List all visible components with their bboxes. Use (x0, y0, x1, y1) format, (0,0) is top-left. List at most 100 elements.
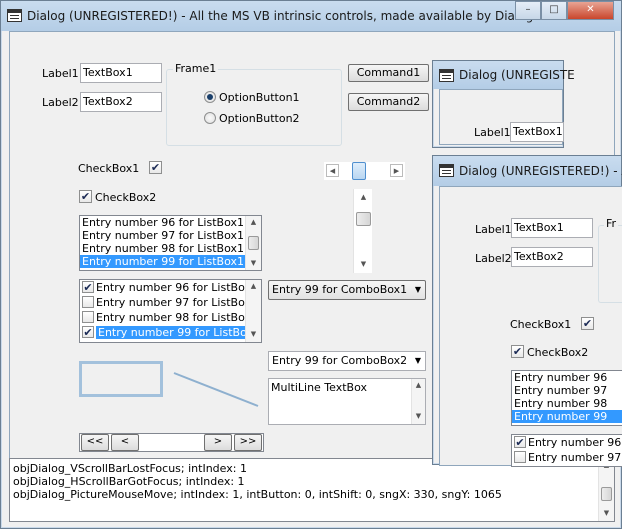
scroll-down-arrow-icon[interactable]: ▼ (600, 507, 613, 520)
list-item[interactable]: Entry number 98 (512, 397, 622, 410)
textbox1[interactable]: TextBox1 (80, 63, 162, 83)
list-item-check[interactable] (82, 296, 94, 308)
textbox1[interactable]: TextBox1 (511, 218, 593, 238)
dropdown-arrow-icon[interactable]: ▼ (415, 285, 421, 294)
title-bar[interactable]: Dialog (UNREGISTERED!) - All the MS VB i… (1, 1, 621, 31)
list-item[interactable]: Entry number 97 (512, 450, 622, 465)
listbox1[interactable]: Entry number 96 for ListBox1 Entry numbe… (79, 215, 262, 271)
list-item-check[interactable]: ✔ (82, 281, 94, 293)
option-button1-radio[interactable] (204, 91, 216, 103)
list-item-label: Entry number 96 for ListBox2 (96, 281, 258, 294)
scroll-right-arrow-icon[interactable]: ▶ (390, 164, 403, 177)
list-item-check[interactable]: ✔ (82, 326, 94, 338)
textbox2[interactable]: TextBox2 (80, 92, 162, 112)
listbox1-scrollbar[interactable]: ▲ ▼ (245, 216, 261, 270)
list-item-check[interactable] (514, 451, 526, 463)
list-item-check[interactable]: ✔ (514, 436, 526, 448)
last-button[interactable]: >> (234, 434, 262, 451)
list-item-selected[interactable]: ✔ Entry number 99 for ListBox2 (80, 325, 261, 340)
command1-button[interactable]: Command1 (348, 64, 429, 82)
horizontal-scrollbar-small[interactable]: ◀ ▶ (324, 162, 405, 180)
combobox2[interactable]: Entry 99 for ComboBox2 ▼ (268, 351, 426, 371)
app-icon[interactable] (439, 69, 454, 82)
list-item-label: Entry number 96 (528, 436, 622, 449)
log-scrollbar[interactable]: ▲ ▼ (598, 459, 614, 521)
command2-button[interactable]: Command2 (348, 93, 429, 111)
scroll-up-arrow-icon[interactable]: ▲ (412, 379, 425, 392)
label1: Label1 (475, 223, 512, 236)
textbox1[interactable]: TextBox1 (510, 122, 564, 142)
scroll-down-arrow-icon[interactable]: ▼ (357, 258, 370, 271)
child2-title: Dialog (UNREGISTERED!) - A (459, 164, 622, 178)
checkbox2[interactable]: ✔ (511, 345, 524, 358)
child2-client-area: Label1 TextBox1 Label2 TextBox2 Fr Check… (439, 186, 622, 467)
scroll-down-arrow-icon[interactable]: ▼ (247, 257, 260, 270)
listbox2-scrollbar[interactable]: ▲ ▼ (245, 280, 261, 342)
child-dialog-1[interactable]: Dialog (UNREGISTE Label1 TextBox1 (432, 60, 575, 148)
scroll-up-arrow-icon[interactable]: ▲ (247, 280, 260, 293)
vertical-scrollbar[interactable]: ▲ ▼ (353, 189, 372, 273)
textbox2[interactable]: TextBox2 (511, 247, 593, 267)
event-log[interactable]: objDialog_VScrollBarLostFocus; intIndex:… (9, 458, 615, 522)
child-dialog-2[interactable]: Dialog (UNREGISTERED!) - A Label1 TextBo… (432, 155, 622, 467)
option-button2-label[interactable]: OptionButton2 (219, 112, 300, 125)
multiline-textbox[interactable]: MultiLine TextBox ▲ ▼ (268, 378, 426, 425)
scroll-down-arrow-icon[interactable]: ▼ (247, 328, 260, 341)
dropdown-arrow-icon[interactable]: ▼ (415, 356, 421, 365)
checkbox1[interactable]: ✔ (149, 161, 162, 174)
list-item[interactable]: Entry number 97 (512, 384, 622, 397)
minimize-button[interactable]: – (515, 1, 541, 20)
app-icon[interactable] (7, 9, 22, 22)
child2-title-bar[interactable]: Dialog (UNREGISTERED!) - A (433, 156, 622, 186)
checkbox1-label: CheckBox1 (510, 318, 572, 331)
list-item[interactable]: Entry number 98 for ListBox2 (80, 310, 261, 325)
scroll-up-arrow-icon[interactable]: ▲ (247, 216, 260, 229)
first-button[interactable]: << (81, 434, 109, 451)
listbox2[interactable]: ✔ Entry number 96 Entry number 97 (511, 434, 622, 467)
list-item[interactable]: Entry number 98 for ListBox1 (80, 242, 261, 255)
multiline-scrollbar[interactable]: ▲ ▼ (411, 379, 425, 424)
combobox2-value: Entry 99 for ComboBox2 (272, 354, 408, 367)
scroll-thumb[interactable] (352, 162, 366, 180)
list-item-selected[interactable]: Entry number 99 for ListBox1 (80, 255, 245, 268)
child1-title-bar[interactable]: Dialog (UNREGISTE (433, 61, 575, 89)
frame1 (598, 225, 622, 303)
list-item-check[interactable] (82, 311, 94, 323)
scroll-thumb[interactable] (356, 212, 371, 226)
listbox1[interactable]: Entry number 96 Entry number 97 Entry nu… (511, 370, 622, 426)
maximize-button[interactable]: □ (541, 1, 567, 20)
combobox1[interactable]: Entry 99 for ComboBox1 ▼ (268, 280, 426, 300)
scroll-up-arrow-icon[interactable]: ▲ (357, 191, 370, 204)
list-item[interactable]: Entry number 97 for ListBox1 (80, 229, 261, 242)
scroll-left-arrow-icon[interactable]: ◀ (326, 164, 339, 177)
checkbox2[interactable]: ✔ (79, 190, 92, 203)
scroll-thumb[interactable] (601, 487, 612, 501)
option-button1-label[interactable]: OptionButton1 (219, 91, 300, 104)
checkbox1[interactable]: ✔ (581, 317, 594, 330)
checkbox2-label[interactable]: CheckBox2 (95, 191, 156, 204)
frame1-label: Fr (604, 217, 619, 230)
list-item[interactable]: Entry number 96 (512, 371, 622, 384)
line-shape (173, 372, 259, 407)
option-button2-radio[interactable] (204, 112, 216, 124)
child1-title: Dialog (UNREGISTE (459, 68, 575, 82)
next-button[interactable]: > (204, 434, 232, 451)
close-button[interactable]: ✕ (567, 1, 614, 20)
list-item-selected[interactable]: Entry number 99 (512, 410, 622, 423)
child1-client-area: Label1 TextBox1 (439, 89, 564, 145)
scroll-down-arrow-icon[interactable]: ▼ (412, 410, 425, 423)
label1: Label1 (474, 126, 511, 139)
listbox2[interactable]: ✔ Entry number 96 for ListBox2 Entry num… (79, 279, 262, 343)
checkbox2-label[interactable]: CheckBox2 (527, 346, 588, 359)
scroll-thumb[interactable] (248, 236, 259, 250)
list-item[interactable]: ✔ Entry number 96 (512, 435, 622, 450)
list-item[interactable]: Entry number 97 for ListBox2 (80, 295, 261, 310)
list-item[interactable]: Entry number 96 for ListBox1 (80, 216, 261, 229)
prev-button[interactable]: < (111, 434, 139, 451)
combobox1-value: Entry 99 for ComboBox1 (272, 283, 408, 296)
shape-rectangle (79, 361, 163, 397)
app-icon[interactable] (439, 164, 454, 177)
checkbox1-label: CheckBox1 (78, 162, 140, 175)
list-item[interactable]: ✔ Entry number 96 for ListBox2 (80, 280, 261, 295)
frame1-label: Frame1 (173, 62, 219, 75)
